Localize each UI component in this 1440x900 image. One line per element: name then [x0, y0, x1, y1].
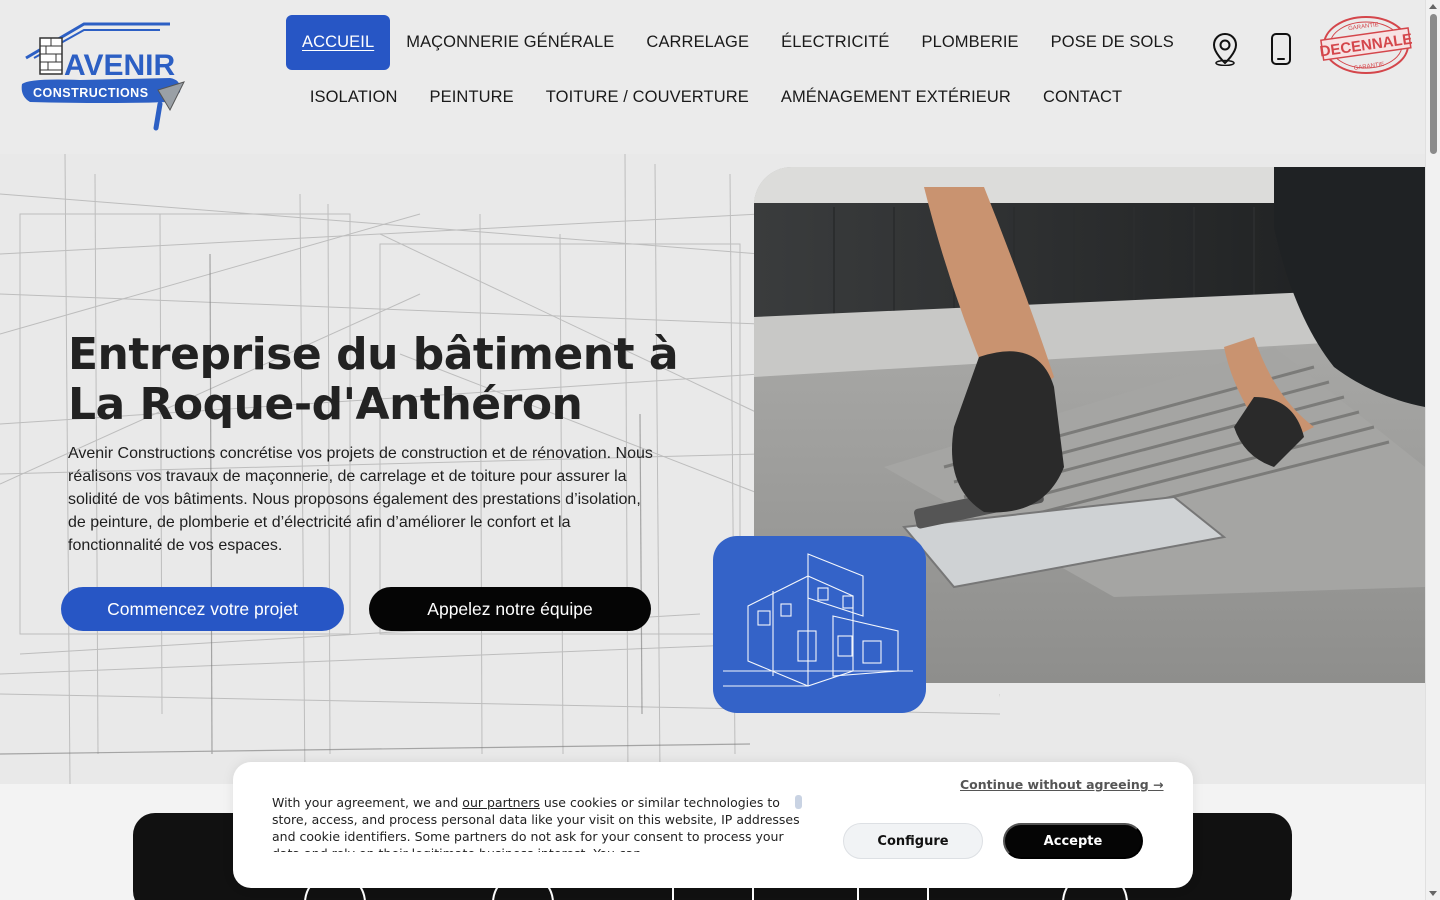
scroll-down-arrow-icon[interactable]	[1429, 891, 1437, 896]
configure-cookies-button[interactable]: Configure	[843, 823, 983, 859]
scrollbar-thumb[interactable]	[1430, 14, 1437, 154]
nav-item-amenagement[interactable]: AMÉNAGEMENT EXTÉRIEUR	[765, 70, 1027, 125]
site-header: AVENIR CONSTRUCTIONS ACCUEIL MAÇONNERIE …	[0, 0, 1425, 154]
nav-item-peinture[interactable]: PEINTURE	[414, 70, 530, 125]
hero-title: Entreprise du bâtiment à La Roque-d'Anth…	[68, 330, 708, 430]
nav-row-2: ISOLATION PEINTURE TOITURE / COUVERTURE …	[286, 70, 1146, 125]
nav-item-toiture[interactable]: TOITURE / COUVERTURE	[530, 70, 765, 125]
location-pin-icon[interactable]	[1208, 30, 1242, 68]
nav-item-contact[interactable]: CONTACT	[1027, 70, 1138, 125]
cookie-text-scrollbar[interactable]	[795, 795, 802, 809]
nav-item-isolation[interactable]: ISOLATION	[294, 70, 414, 125]
cookie-consent-banner: Continue without agreeing → With your ag…	[233, 762, 1193, 888]
nav-item-accueil[interactable]: ACCUEIL	[286, 15, 391, 70]
cookie-consent-text[interactable]: With your agreement, we and our partners…	[272, 794, 802, 852]
accept-cookies-button[interactable]: Accepte	[1003, 823, 1143, 859]
start-project-button[interactable]: Commencez votre projet	[61, 587, 344, 631]
hero-title-line-1: Entreprise du bâtiment à	[68, 329, 679, 380]
call-team-button[interactable]: Appelez notre équipe	[369, 587, 651, 631]
stamp-bottom-text: GARANTIE	[1353, 62, 1384, 72]
main-navigation: ACCUEIL MAÇONNERIE GÉNÉRALE CARRELAGE ÉL…	[286, 15, 1174, 125]
company-logo[interactable]: AVENIR CONSTRUCTIONS	[20, 20, 190, 135]
logo-name: AVENIR	[64, 49, 175, 82]
nav-item-carrelage[interactable]: CARRELAGE	[630, 15, 765, 70]
nav-row-1: ACCUEIL MAÇONNERIE GÉNÉRALE CARRELAGE ÉL…	[286, 15, 1174, 70]
page-scrollbar[interactable]	[1425, 0, 1440, 900]
cookie-text-before: With your agreement, we and	[272, 795, 463, 810]
nav-item-plomberie[interactable]: PLOMBERIE	[905, 15, 1034, 70]
garantie-decennale-stamp: DECENNALE GARANTIE GARANTIE	[1319, 14, 1413, 76]
nav-item-electricite[interactable]: ÉLECTRICITÉ	[765, 15, 905, 70]
hero-description: Avenir Constructions concrétise vos proj…	[68, 445, 653, 554]
nav-item-pose-de-sols[interactable]: POSE DE SOLS	[1035, 15, 1190, 70]
hero-title-line-2: La Roque-d'Anthéron	[68, 379, 583, 430]
house-sketch-card	[713, 536, 926, 713]
continue-without-agreeing-link[interactable]: Continue without agreeing →	[960, 777, 1164, 792]
hero-section: Entreprise du bâtiment à La Roque-d'Anth…	[0, 154, 1425, 784]
logo-tagline: CONSTRUCTIONS	[33, 86, 149, 100]
our-partners-link[interactable]: our partners	[462, 795, 540, 810]
scroll-up-arrow-icon[interactable]	[1429, 4, 1437, 9]
header-icons	[1208, 30, 1298, 68]
smartphone-icon[interactable]	[1264, 30, 1298, 68]
nav-item-maconnerie[interactable]: MAÇONNERIE GÉNÉRALE	[390, 15, 630, 70]
